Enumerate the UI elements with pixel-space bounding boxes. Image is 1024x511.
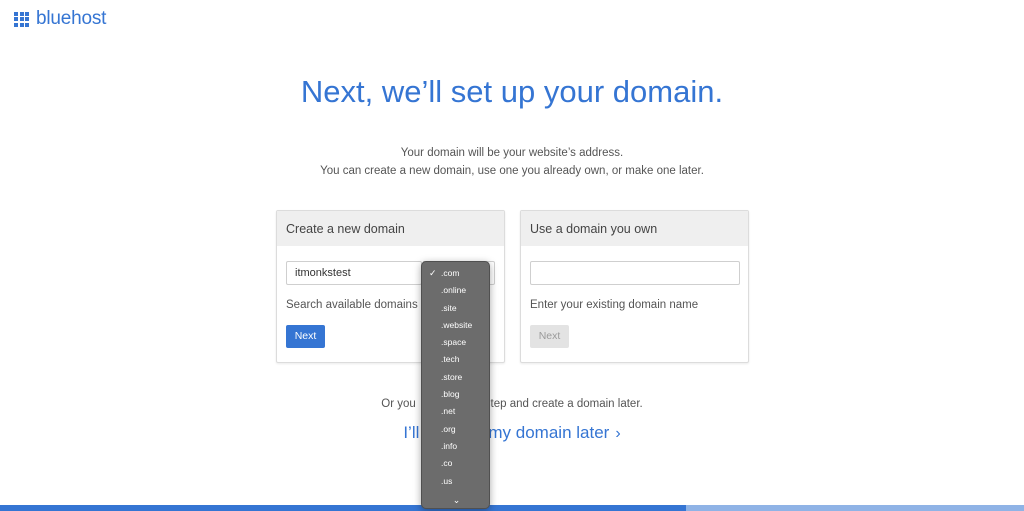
later-link-left: I’ll — [403, 423, 420, 442]
progress-bar — [0, 505, 1024, 511]
tld-option-label: .net — [441, 406, 456, 417]
tld-option-label: .com — [441, 268, 460, 278]
tld-option-label: .tech — [441, 354, 460, 365]
tld-option[interactable]: .space — [422, 334, 489, 351]
logo-text: bluehost — [36, 8, 107, 29]
chevron-down-icon[interactable]: ⌄ — [422, 495, 491, 506]
tld-option[interactable]: .store — [422, 369, 489, 386]
tld-option[interactable]: .online — [422, 282, 489, 299]
tld-option-label: .site — [441, 302, 457, 313]
tld-option-label: .blog — [441, 389, 460, 400]
existing-domain-input[interactable] — [530, 261, 740, 285]
chevron-right-icon: › — [615, 425, 621, 442]
tld-option-label: .online — [441, 285, 467, 296]
create-domain-later-link[interactable]: I’ll my domain later › — [0, 423, 1024, 443]
tld-option[interactable]: .org — [422, 421, 489, 438]
new-domain-input[interactable]: itmonkstest — [286, 261, 422, 285]
tld-option-label: .store — [441, 371, 463, 382]
skip-text: Or you step and create a domain later. — [0, 398, 1024, 410]
own-domain-card-title: Use a domain you own — [521, 211, 748, 246]
tld-option[interactable]: .info — [422, 438, 489, 455]
skip-text-left: Or you — [381, 398, 416, 410]
checkmark-icon: ✓ — [429, 268, 437, 278]
subtitle-line-2: You can create a new domain, use one you… — [320, 165, 704, 177]
tld-option-label: .co — [441, 458, 453, 469]
tld-option[interactable]: .tech — [422, 351, 489, 368]
tld-option[interactable]: .blog — [422, 386, 489, 403]
new-domain-next-button[interactable]: Next — [286, 325, 325, 348]
own-domain-card: Use a domain you own Enter your existing… — [520, 210, 749, 363]
tld-option[interactable]: .co — [422, 455, 489, 472]
tld-dropdown-menu: ✓ .com .online .site .website .space .tech .sto… — [421, 261, 490, 509]
tld-option-label: .space — [441, 337, 467, 348]
tld-option-label: .org — [441, 423, 456, 434]
page-title: Next, we’ll set up your domain. — [300, 74, 724, 109]
tld-option[interactable]: .site — [422, 300, 489, 317]
bluehost-logo[interactable]: bluehost — [14, 8, 106, 30]
tld-option-label: .us — [441, 475, 453, 486]
skip-text-right: step and create a domain later. — [484, 398, 643, 410]
tld-option[interactable]: ✓ .com — [422, 265, 489, 282]
tld-option-label: .website — [441, 319, 473, 330]
create-domain-card-title: Create a new domain — [277, 211, 504, 246]
existing-domain-hint: Enter your existing domain name — [530, 299, 699, 311]
tld-option[interactable]: .us — [422, 473, 489, 490]
existing-domain-next-button[interactable]: Next — [530, 325, 569, 348]
tld-option[interactable]: .net — [422, 403, 489, 420]
subtitle-line-1: Your domain will be your website’s addre… — [400, 147, 624, 159]
tld-option-label: .info — [441, 440, 458, 451]
tld-option[interactable]: .website — [422, 317, 489, 334]
later-link-right: my domain later — [488, 423, 610, 442]
grid-logo-icon — [14, 11, 29, 27]
